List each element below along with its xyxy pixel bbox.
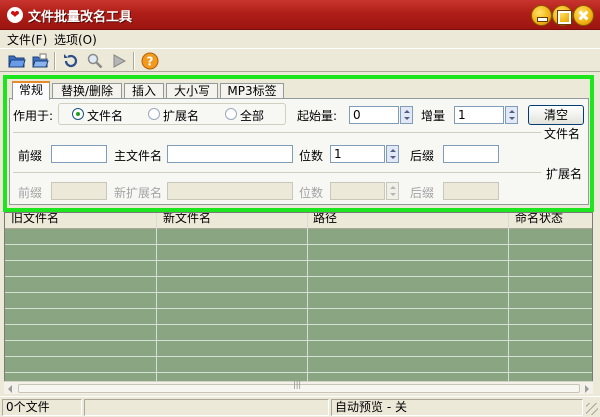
prefix-input[interactable] [51, 145, 107, 163]
title-bar[interactable]: ❤ 文件批量改名工具 [0, 0, 600, 30]
column-new-name[interactable]: 新文件名 [163, 213, 211, 226]
new-extension-label: 新扩展名 [114, 186, 163, 200]
grid-row-line [5, 340, 592, 341]
toolbar-separator [54, 52, 56, 70]
tab-mp3-tags[interactable]: MP3标签 [220, 83, 284, 99]
radio-all[interactable] [225, 108, 237, 120]
close-icon [574, 6, 593, 25]
grid-row-line [5, 292, 592, 293]
tab-insert[interactable]: 插入 [124, 83, 164, 99]
toolbar: ? [0, 48, 600, 72]
tab-case[interactable]: 大小写 [166, 83, 218, 99]
grid-column-line [307, 213, 308, 383]
digits-label: 位数 [299, 149, 324, 163]
increment-label: 增量 [421, 109, 446, 123]
column-status[interactable]: 命名状态 [515, 213, 563, 226]
tab-replace-delete[interactable]: 替换/删除 [52, 83, 122, 99]
minimize-button[interactable] [531, 5, 552, 26]
svg-text:?: ? [147, 55, 154, 69]
radio-all-label: 全部 [240, 109, 265, 123]
play-icon[interactable] [110, 52, 128, 70]
toolbar-separator [133, 52, 135, 70]
prefix-label: 前缀 [18, 149, 43, 163]
menu-options[interactable]: 选项(O) [54, 31, 97, 48]
search-icon[interactable] [86, 52, 104, 70]
open-folder-icon[interactable] [8, 52, 26, 70]
status-middle [84, 399, 329, 416]
suffix-input[interactable] [443, 145, 499, 163]
main-name-input[interactable] [167, 145, 293, 163]
grid-row-line [5, 356, 592, 357]
ext-suffix-input[interactable] [443, 182, 499, 200]
ext-prefix-label: 前缀 [18, 186, 43, 200]
grid-row-line [5, 372, 592, 373]
status-file-count: 0个文件 [2, 399, 82, 416]
menu-file[interactable]: 文件(F) [7, 31, 47, 48]
tab-page-general: 作用于: 文件名 扩展名 全部 起始量: 0 增量 1 清空 文件名 前缀 主文… [9, 98, 589, 205]
digits-input[interactable]: 1 [330, 145, 385, 163]
grid-row-line [5, 260, 592, 261]
grid-header: 旧文件名 新文件名 路径 命名状态 [5, 213, 592, 229]
grid-row-line [5, 308, 592, 309]
scroll-right-icon[interactable] [581, 383, 592, 394]
start-input[interactable]: 0 [349, 106, 399, 124]
scroll-thumb[interactable] [18, 380, 580, 393]
ext-digits-label: 位数 [299, 186, 324, 200]
ext-digits-spinner[interactable] [386, 182, 399, 200]
extension-divider [13, 172, 541, 173]
column-path[interactable]: 路径 [313, 213, 337, 226]
status-bar: 0个文件 自动预览 - 关 [0, 396, 600, 417]
close-button[interactable] [573, 5, 594, 26]
maximize-button[interactable] [552, 5, 573, 26]
window-title: 文件批量改名工具 [28, 10, 133, 25]
increment-spinner[interactable] [505, 106, 518, 124]
tab-general[interactable]: 常规 [12, 81, 50, 100]
radio-extension[interactable] [148, 108, 160, 120]
file-grid[interactable]: 旧文件名 新文件名 路径 命名状态 [4, 212, 593, 394]
filename-section-label: 文件名 [544, 127, 581, 141]
main-name-label: 主文件名 [114, 149, 163, 163]
column-old-name[interactable]: 旧文件名 [11, 213, 59, 226]
resize-grip-icon[interactable] [586, 403, 598, 415]
grid-row-line [5, 244, 592, 245]
start-label: 起始量: [297, 109, 338, 123]
settings-panel: 常规 替换/删除 插入 大小写 MP3标签 作用于: 文件名 扩展名 全部 起始… [3, 75, 594, 212]
ext-prefix-input[interactable] [51, 182, 107, 200]
minimize-icon [532, 6, 551, 25]
radio-filename[interactable] [72, 108, 84, 120]
undo-icon[interactable] [62, 52, 80, 70]
open-files-icon[interactable] [31, 52, 49, 70]
filename-divider [13, 132, 541, 133]
grid-column-line [156, 213, 157, 383]
increment-input[interactable]: 1 [454, 106, 504, 124]
horizontal-scrollbar[interactable] [4, 380, 593, 394]
suffix-label: 后缀 [410, 149, 435, 163]
scroll-left-icon[interactable] [5, 383, 16, 394]
grid-column-line [508, 213, 509, 383]
grid-row-line [5, 276, 592, 277]
apply-to-label: 作用于: [13, 109, 54, 123]
ext-digits-input[interactable] [330, 182, 385, 200]
new-extension-input[interactable] [167, 182, 293, 200]
grid-row-line [5, 324, 592, 325]
digits-spinner[interactable] [386, 145, 399, 163]
radio-filename-label: 文件名 [87, 109, 124, 123]
heart-icon: ❤ [7, 7, 23, 23]
help-icon[interactable]: ? [141, 52, 159, 70]
start-spinner[interactable] [400, 106, 413, 124]
menu-bar: 文件(F) 选项(O) [0, 30, 600, 47]
ext-suffix-label: 后缀 [410, 186, 435, 200]
radio-extension-label: 扩展名 [163, 109, 200, 123]
extension-section-label: 扩展名 [546, 167, 583, 181]
clear-button[interactable]: 清空 [528, 105, 584, 125]
maximize-icon [553, 6, 572, 25]
status-preview: 自动预览 - 关 [331, 399, 583, 416]
